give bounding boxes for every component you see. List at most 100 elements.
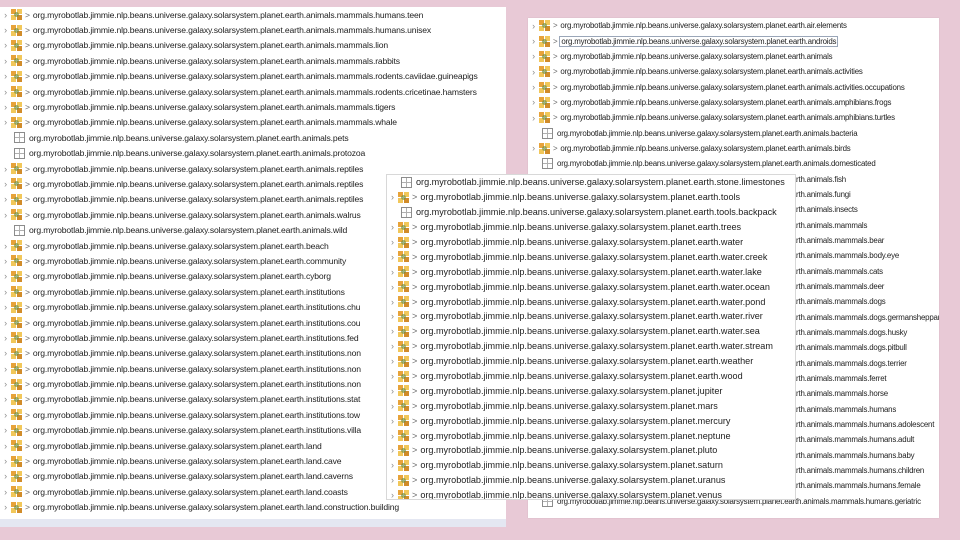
package-tree-row[interactable]: › >org.myrobotlab.jimmie.nlp.beans.univer… (0, 22, 506, 37)
package-tree-row[interactable]: › >org.myrobotlab.jimmie.nlp.beans.univer… (0, 69, 506, 84)
package-tree-row[interactable]: › >org.myrobotlab.jimmie.nlp.beans.univer… (528, 110, 939, 125)
chevron-right-icon[interactable]: › (0, 256, 11, 266)
chevron-right-icon[interactable]: › (0, 287, 11, 297)
package-tree-row[interactable]: › >org.myrobotlab.jimmie.nlp.beans.univer… (0, 115, 506, 130)
package-tree-row[interactable]: › >org.myrobotlab.jimmie.nlp.beans.univer… (387, 309, 795, 324)
chevron-right-icon[interactable]: › (387, 341, 398, 351)
chevron-right-icon[interactable]: › (0, 164, 11, 174)
chevron-right-icon[interactable]: › (0, 487, 11, 497)
package-tree-row[interactable]: › >org.myrobotlab.jimmie.nlp.beans.univer… (387, 264, 795, 279)
package-tree-row[interactable]: › >org.myrobotlab.jimmie.nlp.beans.univer… (528, 95, 939, 110)
package-tree-row[interactable]: › >org.myrobotlab.jimmie.nlp.beans.univer… (528, 64, 939, 79)
chevron-right-icon[interactable]: › (0, 318, 11, 328)
chevron-right-icon[interactable]: › (0, 410, 11, 420)
package-tree-row[interactable]: › >org.myrobotlab.jimmie.nlp.beans.univer… (387, 398, 795, 413)
package-tree-row[interactable]: › >org.myrobotlab.jimmie.nlp.beans.univer… (528, 33, 939, 48)
chevron-right-icon[interactable]: › (528, 113, 539, 123)
chevron-right-icon[interactable]: › (387, 490, 398, 499)
chevron-right-icon[interactable]: › (0, 10, 11, 20)
chevron-right-icon[interactable]: › (0, 471, 11, 481)
chevron-right-icon[interactable]: › (0, 271, 11, 281)
chevron-right-icon[interactable]: › (0, 379, 11, 389)
package-tree-row[interactable]: › >org.myrobotlab.jimmie.nlp.beans.univer… (387, 190, 795, 205)
chevron-right-icon[interactable]: › (387, 401, 398, 411)
chevron-right-icon[interactable]: › (0, 117, 11, 127)
chevron-right-icon[interactable]: › (387, 416, 398, 426)
chevron-right-icon[interactable]: › (387, 282, 398, 292)
chevron-right-icon[interactable]: › (0, 71, 11, 81)
package-tree-row[interactable]: › >org.myrobotlab.jimmie.nlp.beans.univer… (0, 84, 506, 99)
package-tree-row[interactable]: org.myrobotlab.jimmie.nlp.beans.universe… (528, 125, 939, 140)
package-tree-row[interactable]: › >org.myrobotlab.jimmie.nlp.beans.univer… (387, 279, 795, 294)
package-tree-row[interactable]: › >org.myrobotlab.jimmie.nlp.beans.univer… (387, 383, 795, 398)
chevron-right-icon[interactable]: › (0, 364, 11, 374)
chevron-right-icon[interactable]: › (528, 21, 539, 31)
chevron-right-icon[interactable]: › (387, 192, 398, 202)
chevron-right-icon[interactable]: › (387, 460, 398, 470)
chevron-right-icon[interactable]: › (387, 297, 398, 307)
chevron-right-icon[interactable]: › (0, 394, 11, 404)
package-tree-row[interactable]: org.myrobotlab.jimmie.nlp.beans.universe… (0, 146, 506, 161)
chevron-right-icon[interactable]: › (0, 456, 11, 466)
chevron-right-icon[interactable]: › (528, 97, 539, 107)
package-tree-row[interactable]: › >org.myrobotlab.jimmie.nlp.beans.univer… (0, 500, 506, 515)
chevron-right-icon[interactable]: › (528, 36, 539, 46)
chevron-right-icon[interactable]: › (0, 348, 11, 358)
package-tree-row[interactable]: › >org.myrobotlab.jimmie.nlp.beans.univer… (387, 220, 795, 235)
package-tree-row[interactable]: › >org.myrobotlab.jimmie.nlp.beans.univer… (387, 458, 795, 473)
package-tree-row[interactable]: › >org.myrobotlab.jimmie.nlp.beans.univer… (387, 473, 795, 488)
chevron-right-icon[interactable]: › (387, 326, 398, 336)
chevron-right-icon[interactable]: › (0, 25, 11, 35)
package-tree-row[interactable]: › >org.myrobotlab.jimmie.nlp.beans.univer… (387, 249, 795, 264)
chevron-right-icon[interactable]: › (0, 179, 11, 189)
chevron-right-icon[interactable]: › (387, 475, 398, 485)
package-tree-row[interactable]: › >org.myrobotlab.jimmie.nlp.beans.univer… (0, 99, 506, 114)
package-tree-row[interactable]: › >org.myrobotlab.jimmie.nlp.beans.univer… (528, 141, 939, 156)
chevron-right-icon[interactable]: › (387, 267, 398, 277)
chevron-right-icon[interactable]: › (0, 194, 11, 204)
chevron-right-icon[interactable]: › (387, 222, 398, 232)
chevron-right-icon[interactable]: › (0, 441, 11, 451)
chevron-right-icon[interactable]: › (0, 40, 11, 50)
package-tree-row[interactable]: › >org.myrobotlab.jimmie.nlp.beans.univer… (387, 339, 795, 354)
package-tree-row[interactable]: › >org.myrobotlab.jimmie.nlp.beans.univer… (528, 49, 939, 64)
package-tree-row[interactable]: › >org.myrobotlab.jimmie.nlp.beans.univer… (387, 369, 795, 384)
chevron-right-icon[interactable]: › (387, 371, 398, 381)
chevron-right-icon[interactable]: › (0, 425, 11, 435)
chevron-right-icon[interactable]: › (0, 333, 11, 343)
chevron-right-icon[interactable]: › (0, 502, 11, 512)
package-tree-row[interactable]: › >org.myrobotlab.jimmie.nlp.beans.univer… (387, 324, 795, 339)
package-tree-row[interactable]: › >org.myrobotlab.jimmie.nlp.beans.univer… (0, 38, 506, 53)
chevron-right-icon[interactable]: › (528, 82, 539, 92)
package-tree-row[interactable]: › >org.myrobotlab.jimmie.nlp.beans.univer… (387, 235, 795, 250)
chevron-right-icon[interactable]: › (528, 143, 539, 153)
package-tree-row[interactable]: › >org.myrobotlab.jimmie.nlp.beans.univer… (0, 7, 506, 22)
chevron-right-icon[interactable]: › (0, 102, 11, 112)
package-tree-row[interactable]: › >org.myrobotlab.jimmie.nlp.beans.univer… (387, 354, 795, 369)
package-tree-row[interactable]: org.myrobotlab.jimmie.nlp.beans.universe… (387, 175, 795, 190)
chevron-right-icon[interactable]: › (0, 302, 11, 312)
package-tree-row[interactable]: › >org.myrobotlab.jimmie.nlp.beans.univer… (387, 428, 795, 443)
chevron-right-icon[interactable]: › (387, 431, 398, 441)
package-tree-row[interactable]: org.myrobotlab.jimmie.nlp.beans.universe… (0, 130, 506, 145)
package-tree-row[interactable]: › >org.myrobotlab.jimmie.nlp.beans.univer… (528, 79, 939, 94)
chevron-right-icon[interactable]: › (387, 252, 398, 262)
chevron-right-icon[interactable]: › (0, 241, 11, 251)
package-tree-row[interactable]: org.myrobotlab.jimmie.nlp.beans.universe… (387, 205, 795, 220)
package-tree-row[interactable]: › >org.myrobotlab.jimmie.nlp.beans.univer… (0, 53, 506, 68)
chevron-right-icon[interactable]: › (387, 445, 398, 455)
package-tree-row[interactable]: › >org.myrobotlab.jimmie.nlp.beans.univer… (387, 488, 795, 499)
chevron-right-icon[interactable]: › (0, 210, 11, 220)
package-tree-row[interactable]: › >org.myrobotlab.jimmie.nlp.beans.univer… (387, 443, 795, 458)
chevron-right-icon[interactable]: › (387, 386, 398, 396)
package-tree-row[interactable]: › >org.myrobotlab.jimmie.nlp.beans.univer… (528, 18, 939, 33)
chevron-right-icon[interactable]: › (387, 356, 398, 366)
package-tree-row[interactable]: org.myrobotlab.jimmie.nlp.beans.universe… (528, 156, 939, 171)
package-tree-row[interactable]: › >org.myrobotlab.jimmie.nlp.beans.univer… (387, 413, 795, 428)
chevron-right-icon[interactable]: › (528, 51, 539, 61)
chevron-right-icon[interactable]: › (387, 311, 398, 321)
chevron-right-icon[interactable]: › (0, 87, 11, 97)
chevron-right-icon[interactable]: › (0, 56, 11, 66)
chevron-right-icon[interactable]: › (387, 237, 398, 247)
chevron-right-icon[interactable]: › (528, 67, 539, 77)
